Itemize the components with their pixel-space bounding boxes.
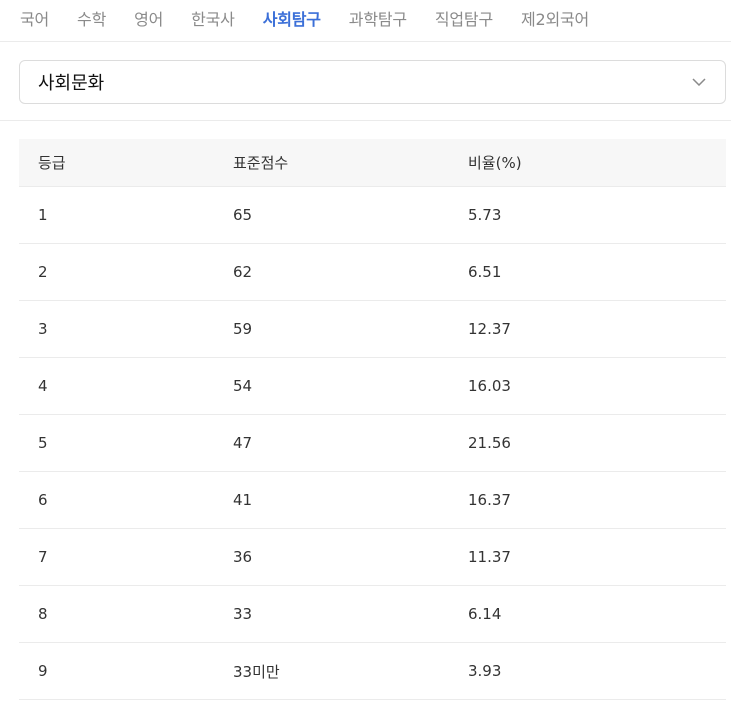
cell-ratio: 11.37 [468, 548, 511, 566]
cell-grade: 9 [38, 662, 48, 680]
cell-ratio: 6.51 [468, 263, 502, 281]
filter-area: 사회문화 [0, 42, 731, 121]
cell-grade: 2 [38, 263, 48, 281]
cell-grade: 4 [38, 377, 48, 395]
subject-select-value: 사회문화 [38, 73, 105, 94]
cell-grade: 1 [38, 206, 48, 224]
cell-ratio: 12.37 [468, 320, 511, 338]
subject-select[interactable]: 사회문화 [19, 60, 726, 104]
column-header-standard-score: 표준점수 [233, 154, 289, 172]
table-row: 9 33미만 3.93 [19, 643, 726, 700]
tab-english[interactable]: 영어 [134, 0, 163, 30]
tab-vocational[interactable]: 직업탐구 [435, 0, 493, 30]
cell-standard-score: 65 [233, 206, 253, 224]
cell-ratio: 16.03 [468, 377, 511, 395]
chevron-down-icon [691, 74, 707, 90]
cell-standard-score: 41 [233, 491, 253, 509]
table-row: 7 36 11.37 [19, 529, 726, 586]
cell-standard-score: 59 [233, 320, 253, 338]
cell-ratio: 3.93 [468, 662, 502, 680]
cell-standard-score: 54 [233, 377, 253, 395]
column-header-grade: 등급 [38, 154, 66, 172]
grade-cut-table: 등급 표준점수 비율(%) 1 65 5.73 2 62 6.51 3 59 1… [0, 121, 731, 700]
cell-ratio: 21.56 [468, 434, 511, 452]
table-row: 2 62 6.51 [19, 244, 726, 301]
cell-standard-score: 47 [233, 434, 253, 452]
tab-korean[interactable]: 국어 [20, 0, 49, 30]
tab-second-language[interactable]: 제2외국어 [521, 0, 589, 30]
cell-standard-score: 33미만 [233, 662, 280, 681]
table-row: 6 41 16.37 [19, 472, 726, 529]
cell-grade: 6 [38, 491, 48, 509]
table-row: 5 47 21.56 [19, 415, 726, 472]
cell-ratio: 6.14 [468, 605, 502, 623]
cell-grade: 5 [38, 434, 48, 452]
cell-standard-score: 36 [233, 548, 253, 566]
tab-social-studies[interactable]: 사회탐구 [263, 0, 321, 30]
table-row: 1 65 5.73 [19, 187, 726, 244]
cell-standard-score: 62 [233, 263, 253, 281]
table-row: 8 33 6.14 [19, 586, 726, 643]
column-header-ratio: 비율(%) [468, 154, 522, 172]
cell-grade: 3 [38, 320, 48, 338]
cell-grade: 8 [38, 605, 48, 623]
tab-science[interactable]: 과학탐구 [349, 0, 407, 30]
table-row: 3 59 12.37 [19, 301, 726, 358]
cell-ratio: 16.37 [468, 491, 511, 509]
cell-ratio: 5.73 [468, 206, 502, 224]
subject-tabs: 국어 수학 영어 한국사 사회탐구 과학탐구 직업탐구 제2외국어 [0, 0, 731, 42]
cell-standard-score: 33 [233, 605, 253, 623]
tab-korean-history[interactable]: 한국사 [191, 0, 235, 30]
table-row: 4 54 16.03 [19, 358, 726, 415]
tab-math[interactable]: 수학 [77, 0, 106, 30]
table-header: 등급 표준점수 비율(%) [19, 139, 726, 187]
cell-grade: 7 [38, 548, 48, 566]
